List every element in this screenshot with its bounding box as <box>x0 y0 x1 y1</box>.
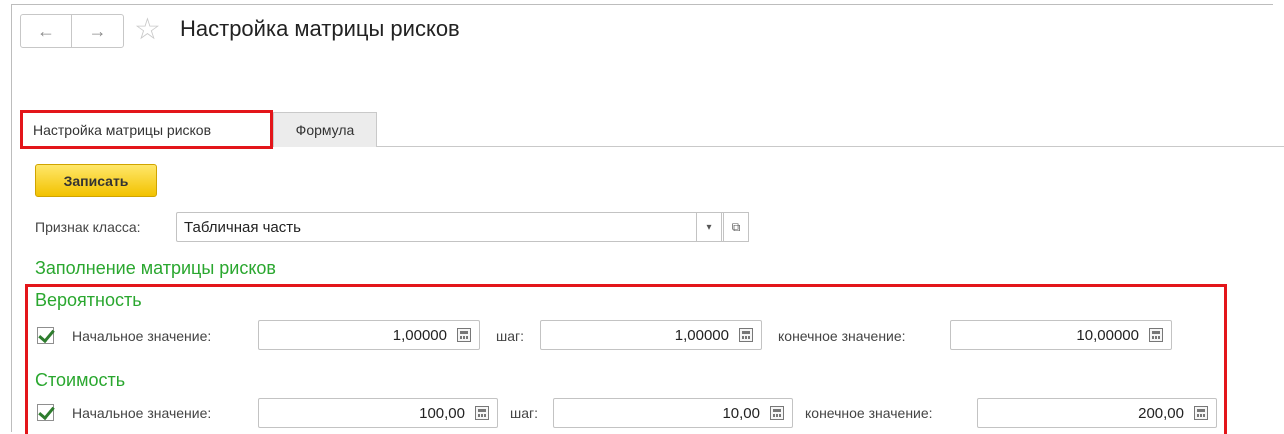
probability-start-input[interactable]: 1,00000 <box>258 320 480 350</box>
probability-title: Вероятность <box>35 290 142 310</box>
probability-start-label: Начальное значение: <box>72 328 212 344</box>
probability-end-value: 10,00000 <box>1076 327 1139 344</box>
arrow-right-icon: → <box>88 20 107 41</box>
class-field-label: Признак класса: <box>35 219 141 235</box>
cost-checkbox[interactable] <box>37 404 54 421</box>
back-button[interactable]: ← <box>21 15 72 47</box>
cost-title: Стоимость <box>35 370 126 390</box>
star-icon[interactable]: ☆ <box>134 10 161 50</box>
probability-step-input[interactable]: 1,00000 <box>540 320 762 350</box>
cost-step-value: 10,00 <box>722 405 760 422</box>
open-button[interactable]: ⧉ <box>723 212 749 242</box>
cost-start-input[interactable]: 100,00 <box>258 398 498 428</box>
probability-checkbox[interactable] <box>37 327 54 344</box>
probability-end-label: конечное значение: <box>778 328 906 344</box>
fill-section-title: Заполнение матрицы рисков <box>35 258 276 278</box>
calculator-icon[interactable] <box>739 328 753 342</box>
calculator-icon[interactable] <box>770 406 784 420</box>
tab-risk-matrix-settings[interactable]: Настройка матрицы рисков <box>20 110 273 149</box>
probability-start-value: 1,00000 <box>392 327 447 344</box>
tab-formula[interactable]: Формула <box>273 112 377 147</box>
forward-button[interactable]: → <box>72 15 123 47</box>
cost-end-label: конечное значение: <box>805 405 933 421</box>
chevron-down-icon: ▾ <box>706 221 712 233</box>
calculator-icon[interactable] <box>1149 328 1163 342</box>
cost-start-value: 100,00 <box>419 405 465 422</box>
open-icon: ⧉ <box>731 219 741 234</box>
navigation-group: ← → <box>20 14 124 48</box>
class-select[interactable]: Табличная часть ▾ ⧉ <box>176 212 749 242</box>
arrow-left-icon: ← <box>37 20 55 41</box>
calculator-icon[interactable] <box>1194 406 1208 420</box>
page-title: Настройка матрицы рисков <box>180 16 460 41</box>
probability-step-label: шаг: <box>496 328 525 344</box>
class-select-value: Табличная часть <box>184 219 301 236</box>
cost-start-label: Начальное значение: <box>72 405 212 421</box>
calculator-icon[interactable] <box>475 406 489 420</box>
cost-end-value: 200,00 <box>1138 405 1184 422</box>
dropdown-button[interactable]: ▾ <box>696 212 722 242</box>
probability-end-input[interactable]: 10,00000 <box>950 320 1172 350</box>
calculator-icon[interactable] <box>457 328 471 342</box>
cost-step-input[interactable]: 10,00 <box>553 398 793 428</box>
save-button[interactable]: Записать <box>35 164 157 197</box>
cost-step-label: шаг: <box>510 405 539 421</box>
cost-end-input[interactable]: 200,00 <box>977 398 1217 428</box>
probability-step-value: 1,00000 <box>674 327 729 344</box>
